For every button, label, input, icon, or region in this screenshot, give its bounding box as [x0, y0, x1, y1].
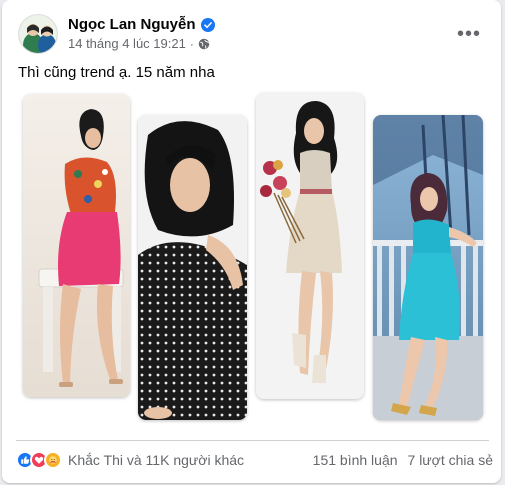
- post-photo-4[interactable]: [373, 115, 483, 420]
- post-photo-3[interactable]: [256, 93, 364, 399]
- footer-divider: [16, 440, 489, 441]
- post-caption: Thì cũng trend ạ. 15 năm nha: [18, 64, 215, 81]
- post-meta: 14 tháng 4 lúc 19:21 ·: [68, 36, 210, 51]
- globe-icon[interactable]: [198, 38, 210, 50]
- author-name-row: Ngọc Lan Nguyễn: [68, 16, 215, 33]
- care-reaction-icon: [44, 451, 62, 469]
- post-header: Ngọc Lan Nguyễn 14 tháng 4 lúc 19:21 · •…: [18, 14, 489, 54]
- post-photo-2[interactable]: [138, 115, 247, 420]
- author-avatar[interactable]: [18, 14, 58, 54]
- post-timestamp[interactable]: 14 tháng 4 lúc 19:21: [68, 36, 186, 51]
- post-photo-1[interactable]: [23, 94, 130, 397]
- author-name[interactable]: Ngọc Lan Nguyễn: [68, 16, 196, 33]
- meta-separator: ·: [189, 36, 194, 51]
- post-engagement-bar: Khắc Thi và 11K người khác 151 bình luận…: [16, 450, 493, 470]
- more-options-icon: •••: [456, 23, 481, 45]
- reactions-text[interactable]: Khắc Thi và 11K người khác: [68, 452, 244, 468]
- reactions-summary[interactable]: Khắc Thi và 11K người khác: [16, 451, 244, 469]
- verified-badge-icon: [200, 17, 215, 32]
- more-options-button[interactable]: •••: [455, 20, 483, 48]
- comments-count[interactable]: 151 bình luận: [313, 452, 398, 468]
- reaction-icons: [16, 451, 62, 469]
- post-stats: 151 bình luận 7 lượt chia sẻ: [313, 452, 493, 468]
- shares-count[interactable]: 7 lượt chia sẻ: [408, 452, 493, 468]
